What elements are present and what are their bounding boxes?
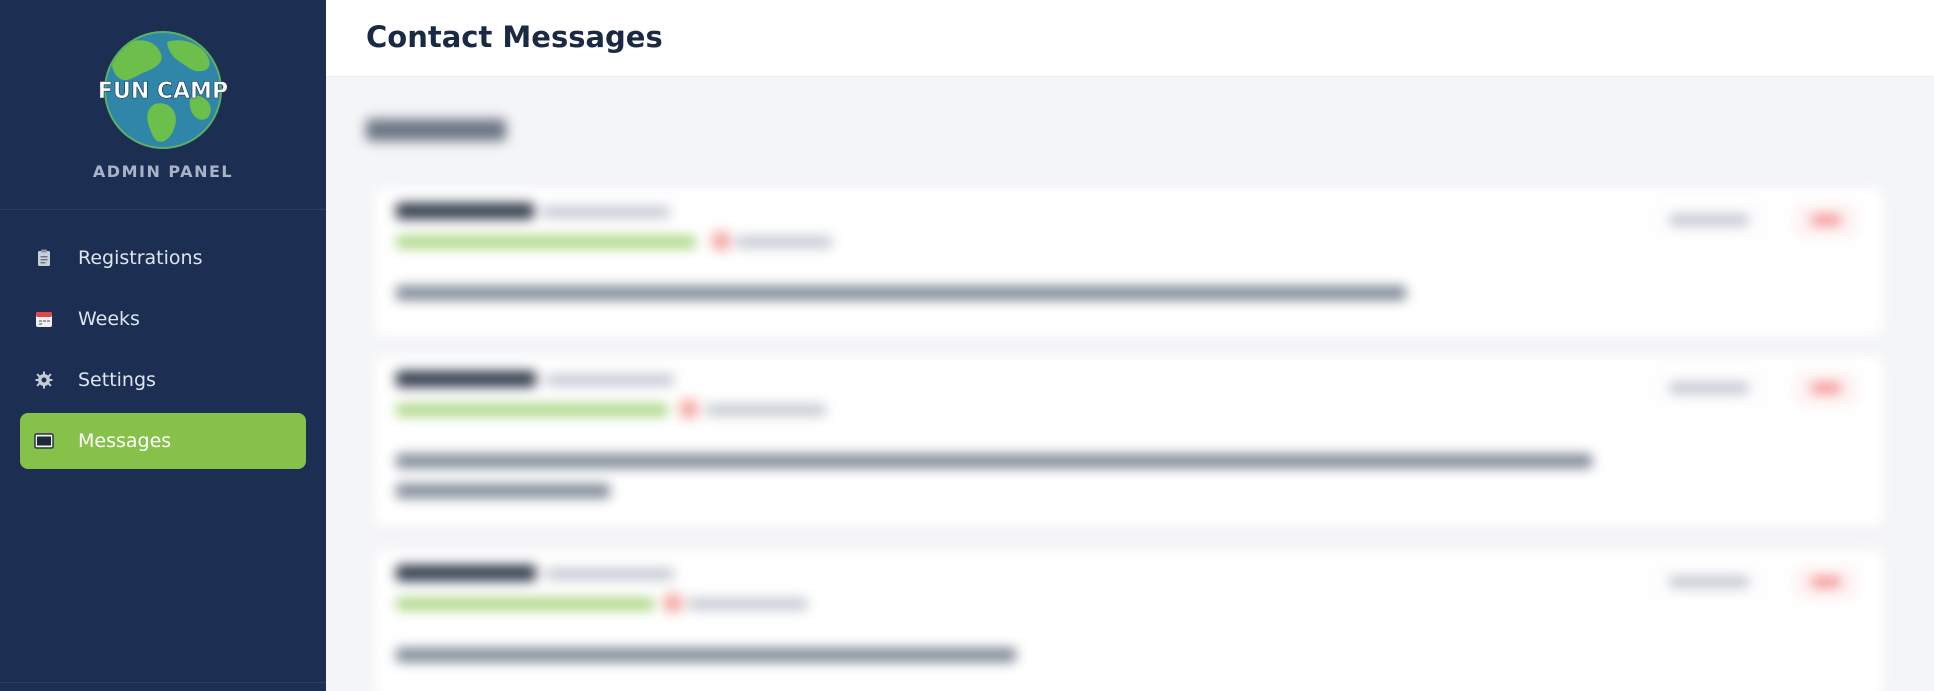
- sidebar-divider: [0, 682, 326, 683]
- fun-camp-logo: FUN CAMP: [98, 31, 228, 149]
- sidebar-item-label: Registrations: [78, 247, 203, 269]
- delete-button[interactable]: [1796, 206, 1856, 236]
- sender-phone: [736, 234, 832, 252]
- message-card: [374, 356, 1884, 528]
- sidebar: FUN CAMP ADMIN PANEL Registrations Weeks…: [0, 0, 326, 691]
- sender-name: [396, 202, 534, 224]
- sidebar-item-weeks[interactable]: Weeks: [20, 291, 306, 347]
- message-count-heading: [366, 114, 506, 148]
- sender-phone: [706, 402, 826, 420]
- main-content: [326, 78, 1934, 691]
- message-body: [396, 448, 1636, 508]
- gear-icon: [24, 371, 64, 389]
- mark-as-read-button[interactable]: [1654, 568, 1764, 598]
- sender-phone: [688, 596, 808, 614]
- sender-email: [396, 596, 654, 614]
- sender-email: [396, 402, 668, 420]
- calendar-icon: [24, 310, 64, 328]
- message-card: [374, 550, 1884, 691]
- sender-name: [396, 564, 536, 586]
- sidebar-item-label: Messages: [78, 430, 172, 452]
- message-date: [546, 374, 674, 390]
- sidebar-item-label: Weeks: [78, 308, 140, 330]
- logo-text: FUN CAMP: [98, 79, 228, 104]
- sidebar-item-label: Settings: [78, 369, 156, 391]
- message-body: [396, 642, 1636, 672]
- message-date: [546, 568, 674, 584]
- message-body: [396, 280, 1636, 310]
- mark-as-read-button[interactable]: [1654, 206, 1764, 236]
- mark-as-read-button[interactable]: [1654, 374, 1764, 404]
- phone-icon: [680, 400, 698, 418]
- phone-icon: [712, 232, 730, 250]
- phone-icon: [664, 594, 682, 612]
- delete-button[interactable]: [1796, 568, 1856, 598]
- sidebar-item-messages[interactable]: Messages: [20, 413, 306, 469]
- delete-button[interactable]: [1796, 374, 1856, 404]
- top-header: Contact Messages: [326, 0, 1934, 77]
- envelope-icon: [24, 433, 64, 449]
- message-date: [542, 206, 670, 222]
- clipboard-icon: [24, 249, 64, 267]
- brand-area: FUN CAMP ADMIN PANEL: [0, 0, 326, 210]
- sidebar-item-registrations[interactable]: Registrations: [20, 230, 306, 286]
- message-card: [374, 188, 1884, 338]
- page-title: Contact Messages: [366, 20, 663, 54]
- admin-panel-label: ADMIN PANEL: [92, 162, 234, 181]
- sidebar-item-settings[interactable]: Settings: [20, 352, 306, 408]
- sender-email: [396, 234, 696, 252]
- blurred-message-list: [326, 78, 1934, 691]
- sender-name: [396, 370, 536, 392]
